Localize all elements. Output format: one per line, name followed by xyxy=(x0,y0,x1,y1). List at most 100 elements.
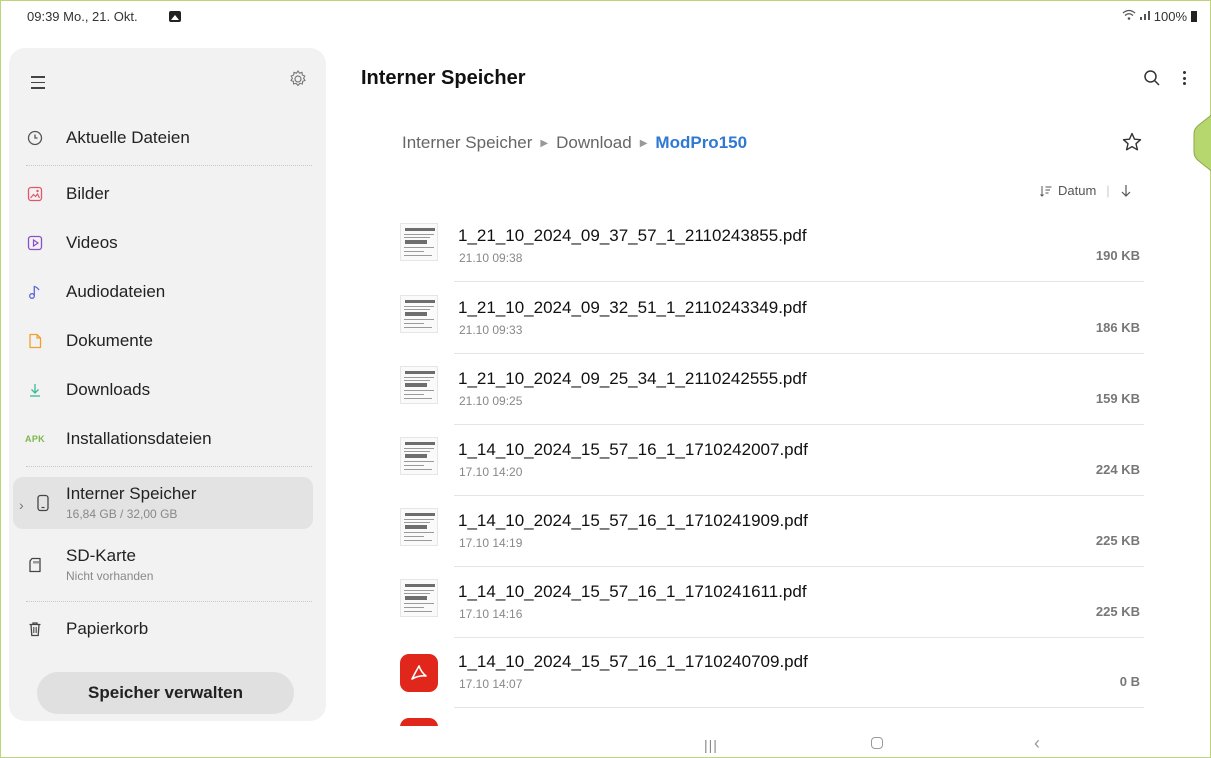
sidebar-item-recent[interactable]: Aktuelle Dateien xyxy=(9,116,326,160)
file-row[interactable]: 1_14_10_2024_15_57_16_1_1710241611.pdf 1… xyxy=(386,568,1146,638)
music-note-icon xyxy=(25,282,45,302)
sidebar-item-internal-storage[interactable]: › Interner Speicher 16,84 GB / 32,00 GB xyxy=(13,477,313,529)
storage-label: SD-Karte xyxy=(66,546,136,565)
sd-card-icon xyxy=(25,555,45,575)
sidebar-item-trash[interactable]: Papierkorb xyxy=(9,607,326,651)
storage-usage: 16,84 GB / 32,00 GB xyxy=(66,507,178,521)
battery-label: 100% xyxy=(1153,9,1187,24)
image-notification-icon xyxy=(169,11,181,22)
edge-panel-handle[interactable] xyxy=(1192,112,1211,174)
sidebar-item-label: Audiodateien xyxy=(66,282,166,301)
file-size: 0 B xyxy=(1119,674,1140,689)
breadcrumb-current[interactable]: ModPro150 xyxy=(655,133,747,153)
sidebar-item-label: Installationsdateien xyxy=(66,429,212,448)
row-divider xyxy=(454,353,1144,354)
sort-icon xyxy=(1040,185,1052,197)
sidebar-item-sd-card[interactable]: SD-Karte Nicht vorhanden xyxy=(9,539,326,591)
wifi-icon xyxy=(1122,9,1136,24)
row-divider xyxy=(454,495,1144,496)
divider xyxy=(26,165,312,166)
file-date: 17.10 14:19 xyxy=(459,536,523,550)
breadcrumb: Interner Speicher ▶ Download ▶ ModPro150 xyxy=(402,133,747,153)
sidebar-item-label: Papierkorb xyxy=(66,619,149,638)
breadcrumb-separator-icon: ▶ xyxy=(639,137,648,149)
file-row[interactable]: 1_14_10_2024_15_57_16_1_1710240709.pdf 1… xyxy=(386,638,1146,708)
battery-icon xyxy=(1191,11,1197,22)
sidebar-item-label: Dokumente xyxy=(66,331,153,350)
breadcrumb-item[interactable]: Interner Speicher xyxy=(402,133,532,153)
sidebar-item-label: Aktuelle Dateien xyxy=(66,128,190,147)
pdf-thumbnail xyxy=(400,437,438,475)
star-icon[interactable] xyxy=(1121,131,1143,153)
file-name: 1_14_10_2024_15_57_16_1_1710241909.pdf xyxy=(458,511,808,530)
sidebar-item-label: Downloads xyxy=(66,380,151,399)
sort-control[interactable]: Datum | xyxy=(1040,183,1132,198)
gear-icon[interactable] xyxy=(288,69,308,89)
trash-icon xyxy=(25,619,45,639)
pdf-thumbnail xyxy=(400,295,438,333)
download-icon xyxy=(25,380,45,400)
pdf-thumbnail xyxy=(400,366,438,404)
status-right-group: 100% xyxy=(1122,9,1197,24)
sort-label: Datum xyxy=(1058,183,1097,198)
file-date: 21.10 09:33 xyxy=(459,323,523,337)
pdf-thumbnail xyxy=(400,223,438,261)
file-date: 17.10 14:20 xyxy=(459,465,523,479)
back-button[interactable]: ‹ xyxy=(1034,733,1040,754)
file-row[interactable]: 1_21_10_2024_09_37_57_1_2110243855.pdf 2… xyxy=(386,212,1146,282)
sidebar: Aktuelle Dateien Bilder Videos Audiodate… xyxy=(9,48,326,721)
sidebar-item-videos[interactable]: Videos xyxy=(9,221,326,265)
sort-direction-icon[interactable] xyxy=(1120,184,1132,198)
acrobat-pdf-icon xyxy=(400,718,438,726)
breadcrumb-item[interactable]: Download xyxy=(556,133,632,153)
pdf-thumbnail xyxy=(400,508,438,546)
row-divider xyxy=(454,566,1144,567)
file-date: 21.10 09:25 xyxy=(459,394,523,408)
file-size: 225 KB xyxy=(1095,533,1140,548)
row-divider xyxy=(454,707,1144,708)
file-size: 224 KB xyxy=(1095,462,1140,477)
storage-status: Nicht vorhanden xyxy=(66,569,154,583)
sidebar-item-images[interactable]: Bilder xyxy=(9,172,326,216)
page-title: Interner Speicher xyxy=(361,67,526,89)
sidebar-item-audio[interactable]: Audiodateien xyxy=(9,270,326,314)
signal-icon xyxy=(1139,9,1151,24)
file-row-partial[interactable] xyxy=(386,709,1146,726)
image-icon xyxy=(25,184,45,204)
file-date: 21.10 09:38 xyxy=(459,251,523,265)
video-icon xyxy=(25,233,45,253)
document-icon xyxy=(25,331,45,351)
file-list: 1_21_10_2024_09_37_57_1_2110243855.pdf 2… xyxy=(386,212,1146,726)
file-size: 225 KB xyxy=(1095,604,1140,619)
breadcrumb-separator-icon: ▶ xyxy=(540,137,549,149)
hamburger-menu-icon[interactable] xyxy=(31,76,45,89)
chevron-right-icon[interactable]: › xyxy=(19,497,24,513)
file-name: 1_14_10_2024_15_57_16_1_1710240709.pdf xyxy=(458,652,808,671)
more-options-icon[interactable] xyxy=(1180,67,1188,89)
divider xyxy=(26,601,312,602)
apk-icon: APK xyxy=(25,434,45,444)
file-date: 17.10 14:07 xyxy=(459,677,523,691)
manage-storage-button[interactable]: Speicher verwalten xyxy=(37,672,294,714)
file-row[interactable]: 1_21_10_2024_09_25_34_1_2110242555.pdf 2… xyxy=(386,355,1146,425)
file-date: 17.10 14:16 xyxy=(459,607,523,621)
file-row[interactable]: 1_14_10_2024_15_57_16_1_1710241909.pdf 1… xyxy=(386,497,1146,567)
storage-label: Interner Speicher xyxy=(66,484,197,503)
row-divider xyxy=(454,424,1144,425)
clock-icon xyxy=(25,128,45,148)
sidebar-item-label: Bilder xyxy=(66,184,110,203)
row-divider xyxy=(454,281,1144,282)
status-time: 09:39 Mo., 21. Okt. xyxy=(27,9,138,24)
file-row[interactable]: 1_14_10_2024_15_57_16_1_1710242007.pdf 1… xyxy=(386,426,1146,496)
sidebar-item-documents[interactable]: Dokumente xyxy=(9,319,326,363)
search-icon[interactable] xyxy=(1142,68,1162,88)
sidebar-item-apk[interactable]: APK Installationsdateien xyxy=(9,417,326,461)
file-name: 1_21_10_2024_09_32_51_1_2110243349.pdf xyxy=(458,298,807,317)
recent-apps-button[interactable]: ||| xyxy=(704,737,718,753)
home-button[interactable] xyxy=(871,737,883,749)
file-row[interactable]: 1_21_10_2024_09_32_51_1_2110243349.pdf 2… xyxy=(386,284,1146,354)
file-size: 186 KB xyxy=(1095,320,1140,335)
file-name: 1_21_10_2024_09_37_57_1_2110243855.pdf xyxy=(458,226,807,245)
sidebar-item-downloads[interactable]: Downloads xyxy=(9,368,326,412)
file-name: 1_14_10_2024_15_57_16_1_1710242007.pdf xyxy=(458,440,808,459)
